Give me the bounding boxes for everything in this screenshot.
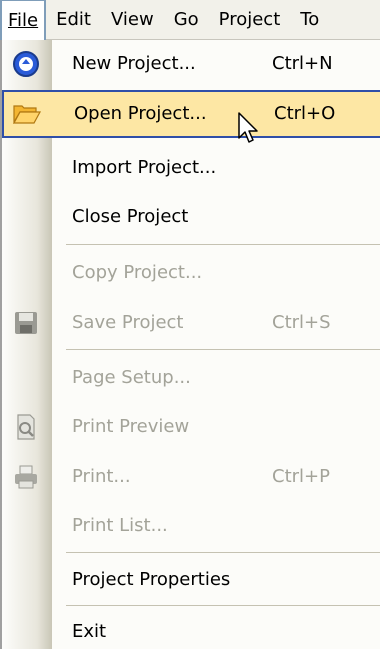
menu-go-label: Go: [173, 8, 199, 30]
menu-go[interactable]: Go: [164, 0, 209, 40]
menu-separator: [66, 552, 380, 553]
save-icon: [12, 309, 40, 337]
menu-item-shortcut: Ctrl+N: [272, 53, 333, 74]
menu-item-save-project: Save Project Ctrl+S: [2, 299, 380, 347]
menu-item-close-project[interactable]: Close Project: [2, 193, 380, 241]
menu-file-label: File: [8, 9, 39, 31]
menu-item-print-preview: Print Preview: [2, 403, 380, 451]
menu-project-label: Project: [218, 8, 281, 30]
print-preview-icon: [12, 413, 40, 441]
menu-tools-label: Too: [300, 8, 320, 30]
menu-item-label: Project Properties: [72, 569, 231, 590]
menu-view-label: View: [110, 8, 154, 30]
menu-file[interactable]: File: [0, 0, 47, 41]
menu-item-label: Copy Project...: [72, 262, 203, 283]
file-menu-dropdown: New Project... Ctrl+N Open Project... Ct…: [0, 40, 380, 649]
new-project-icon: [12, 50, 40, 78]
menu-bar: File Edit View Go Project Too: [0, 0, 380, 41]
menu-tools[interactable]: Too: [290, 0, 320, 40]
menu-item-new-project[interactable]: New Project... Ctrl+N: [2, 40, 380, 88]
open-folder-icon: [12, 100, 42, 128]
menu-item-print: Print... Ctrl+P: [2, 453, 380, 501]
menu-item-label: Print Preview: [72, 416, 190, 437]
menu-item-label: Import Project...: [72, 157, 217, 178]
menu-project[interactable]: Project: [209, 0, 291, 40]
menu-separator: [66, 244, 380, 245]
mouse-cursor-icon: [238, 112, 260, 146]
menu-item-label: Print...: [72, 466, 131, 487]
menu-item-project-properties[interactable]: Project Properties: [2, 556, 380, 604]
menu-item-label: Open Project...: [74, 103, 207, 124]
menu-item-print-list: Print List...: [2, 502, 380, 550]
menu-item-import-project[interactable]: Import Project...: [2, 144, 380, 192]
menu-item-shortcut: Ctrl+P: [272, 466, 330, 487]
menu-item-label: Page Setup...: [72, 367, 191, 388]
menu-separator: [66, 605, 380, 606]
menu-item-label: Save Project: [72, 312, 184, 333]
menu-item-shortcut: Ctrl+S: [272, 312, 331, 333]
menu-separator: [66, 349, 380, 350]
menu-item-copy-project: Copy Project...: [2, 249, 380, 297]
menu-edit[interactable]: Edit: [46, 0, 101, 40]
menu-edit-label: Edit: [56, 8, 91, 30]
menu-item-label: Print List...: [72, 515, 168, 536]
printer-icon: [12, 463, 40, 491]
menu-item-open-project[interactable]: Open Project... Ctrl+O: [2, 90, 380, 138]
menu-view[interactable]: View: [101, 0, 164, 40]
menu-item-label: New Project...: [72, 53, 196, 74]
menu-item-page-setup: Page Setup...: [2, 354, 380, 402]
menu-item-shortcut: Ctrl+O: [274, 103, 336, 124]
menu-item-label: Close Project: [72, 206, 189, 227]
